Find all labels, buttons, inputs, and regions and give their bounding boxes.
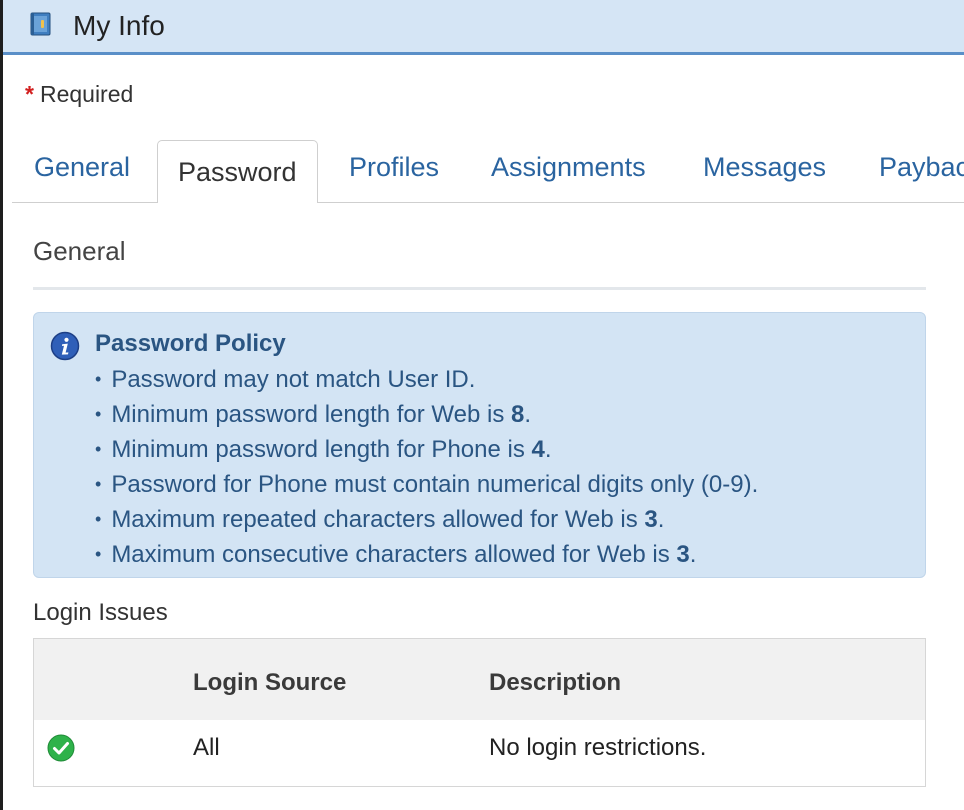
column-header-login-source: Login Source [193,669,347,696]
login-issues-title: Login Issues [33,599,168,626]
policy-rule: Password may not match User ID. [95,363,758,398]
policy-rule: Minimum password length for Web is 8. [95,398,758,433]
password-policy-panel: Password Policy Password may not match U… [33,312,926,578]
title-bar: My Info [3,0,964,55]
policy-rule: Minimum password length for Phone is 4. [95,433,758,468]
tab-general[interactable]: General [34,152,130,183]
tab-profiles[interactable]: Profiles [349,152,439,183]
section-title: General [33,236,126,266]
column-header-description: Description [489,669,622,696]
policy-rule: Maximum consecutive characters allowed f… [95,538,758,573]
tab-payback[interactable]: Paybac [879,152,964,183]
table-header: Login Source Description [34,639,925,720]
window-left-edge [0,0,3,810]
policy-title: Password Policy [95,330,286,357]
policy-rule: Maximum repeated characters allowed for … [95,503,758,538]
required-star: * [25,81,34,107]
table-row: All No login restrictions. [34,720,925,786]
cell-description: No login restrictions. [489,734,707,761]
tab-assignments[interactable]: Assignments [491,152,646,183]
section-divider [33,287,926,290]
tab-password[interactable]: Password [157,140,318,204]
green-check-icon [47,734,75,762]
info-icon [50,331,80,361]
required-label: Required [39,81,134,107]
address-book-icon [30,12,51,36]
policy-rules-list: Password may not match User ID. Minimum … [95,363,758,573]
required-legend: * Required [25,81,133,108]
cell-login-source: All [193,734,220,761]
tab-messages[interactable]: Messages [703,152,826,183]
tab-strip-underline [12,202,964,203]
policy-rule: Password for Phone must contain numerica… [95,468,758,503]
window-title: My Info [73,10,165,41]
login-issues-table: Login Source Description All No login re… [33,638,926,787]
